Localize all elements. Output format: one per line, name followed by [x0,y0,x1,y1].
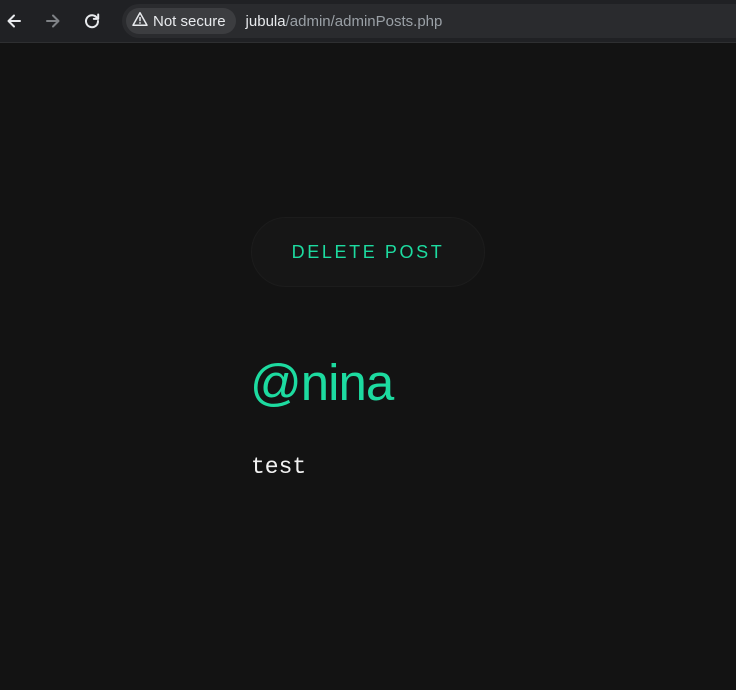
post-text: test [251,454,307,480]
forward-button[interactable] [39,7,67,35]
post-author: @nina [250,354,394,411]
security-label: Not secure [153,12,226,30]
reload-button[interactable] [78,7,106,35]
url-path: /admin/adminPosts.php [285,12,443,30]
delete-post-button[interactable]: DELETE POST [251,217,485,287]
arrow-right-icon [44,12,62,30]
url-text[interactable]: jubula/admin/adminPosts.php [246,13,443,30]
security-indicator[interactable]: Not secure [126,8,236,34]
address-bar[interactable]: Not secure jubula/admin/adminPosts.php [122,4,736,38]
warning-triangle-icon [132,11,148,31]
back-button[interactable] [0,7,28,35]
reload-icon [83,12,101,30]
browser-toolbar: Not secure jubula/admin/adminPosts.php [0,0,736,43]
url-host: jubula [245,12,286,30]
arrow-left-icon [5,12,23,30]
page-content: DELETE POST @nina test [0,43,736,690]
